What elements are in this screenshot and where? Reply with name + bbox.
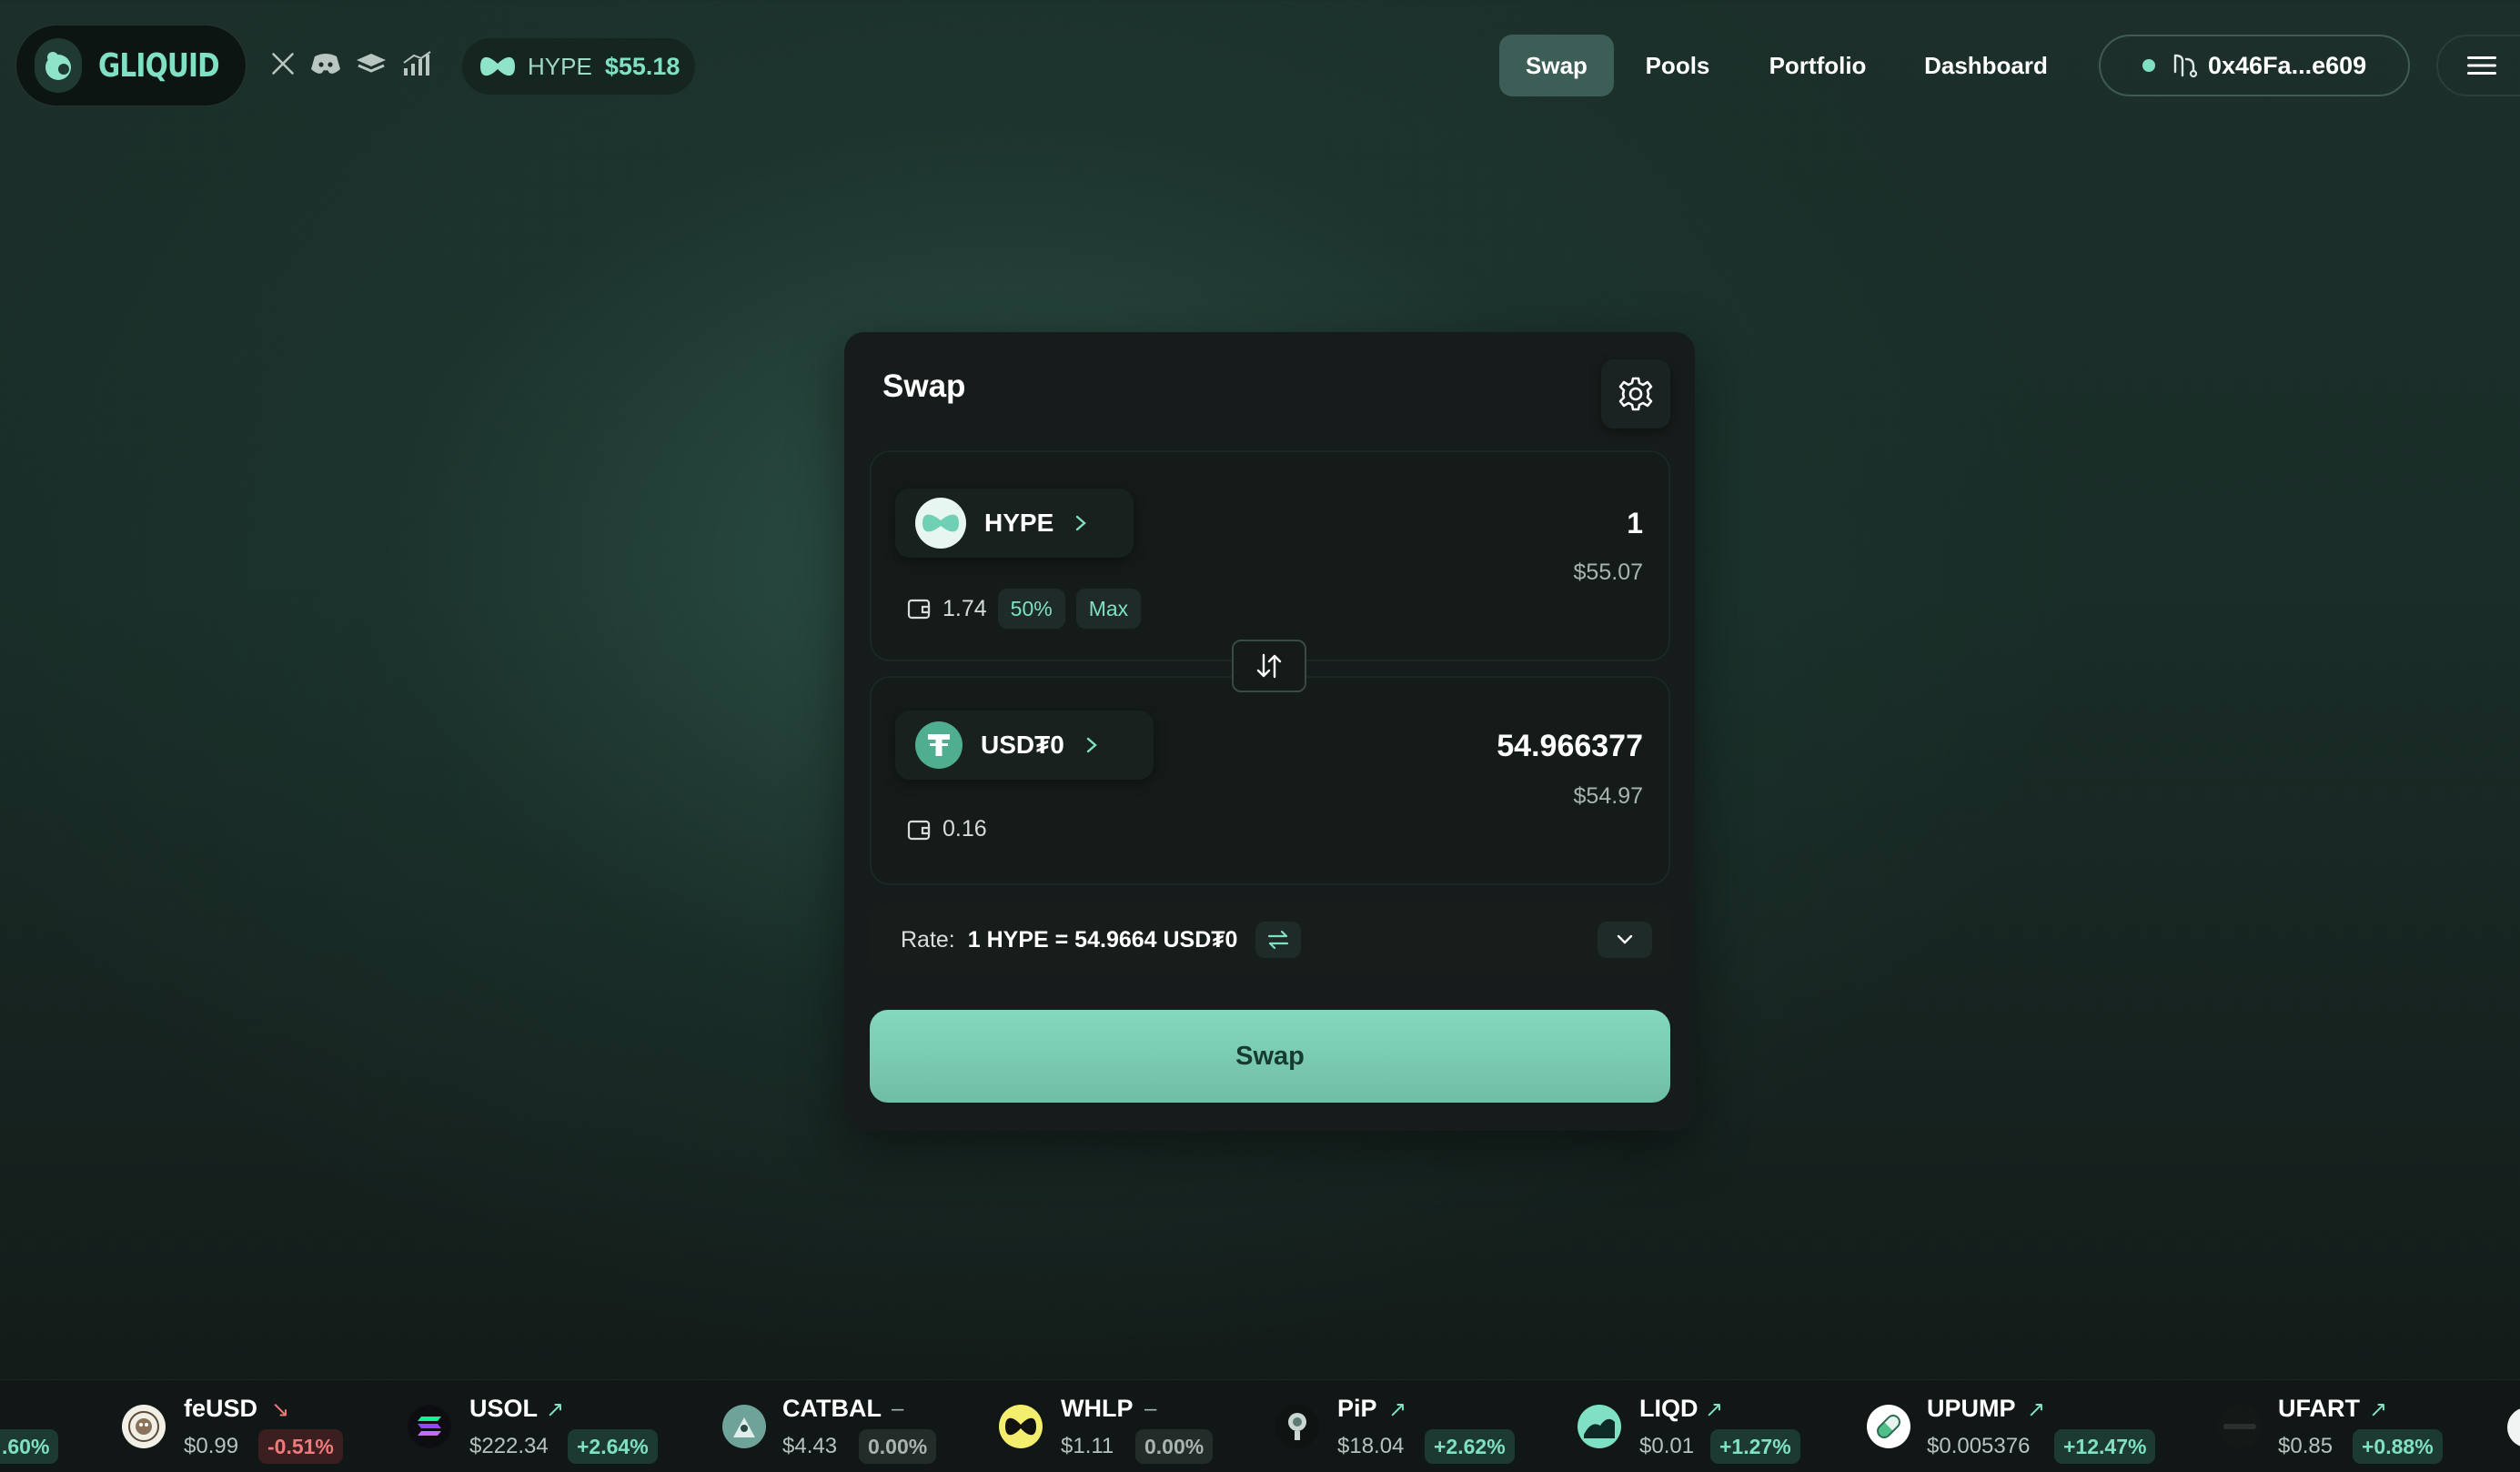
swap-submit-button[interactable]: Swap <box>870 1010 1670 1103</box>
ticker-change: +2.64% <box>568 1429 658 1464</box>
discord-icon[interactable] <box>307 45 344 82</box>
to-token-panel: USD₮0 54.966377 $54.97 0.16 <box>870 676 1670 885</box>
hype-ticker-price: $55.18 <box>604 52 680 80</box>
wallet-icon <box>906 817 932 842</box>
ticker-symbol: UPUMP <box>1927 1395 2016 1422</box>
logo-link[interactable]: GLIQUID <box>16 25 246 106</box>
pip-token-icon <box>1275 1405 1319 1448</box>
next-token-icon <box>2507 1407 2520 1447</box>
x-icon[interactable] <box>265 45 301 82</box>
ticker-symbol: feUSD <box>184 1395 258 1422</box>
ticker-change: +12.47% <box>2054 1429 2156 1464</box>
ticker-symbol: LIQD <box>1639 1395 1698 1422</box>
ticker-fragment-change: .60% <box>0 1429 59 1464</box>
nav-swap[interactable]: Swap <box>1499 35 1614 96</box>
trend-flat-icon: – <box>1144 1396 1157 1421</box>
from-token-selector[interactable]: HYPE <box>895 489 1134 558</box>
to-balance: 0.16 <box>942 816 987 842</box>
wallet-icon <box>2172 52 2197 79</box>
ticker-price: $0.005376 <box>1927 1434 2031 1458</box>
ticker-symbol: WHLP <box>1061 1395 1134 1422</box>
chevron-down-icon <box>1617 934 1633 944</box>
docs-icon[interactable] <box>353 45 389 82</box>
ticker-price: $0.85 <box>2278 1434 2334 1458</box>
logo-text: GLIQUID <box>98 46 220 85</box>
analytics-icon[interactable] <box>398 45 435 82</box>
ticker-price: $0.99 <box>184 1434 239 1458</box>
nav-pools[interactable]: Pools <box>1628 35 1727 96</box>
ticker-change: +2.62% <box>1425 1429 1515 1464</box>
usdt0-token-icon <box>915 721 963 769</box>
to-amount: 54.966377 <box>1497 729 1643 763</box>
hype-price-ticker[interactable]: HYPE $55.18 <box>462 38 695 95</box>
swap-card: Swap HYPE 1 $55.07 1.74 50% Max USD₮0 54… <box>844 332 1695 1131</box>
from-amount-input[interactable]: 1 <box>1627 507 1643 540</box>
ticker-symbol: USOL <box>469 1395 539 1422</box>
ticker-symbol: CATBAL <box>782 1395 882 1422</box>
ticker-symbol: PiP <box>1337 1395 1377 1422</box>
trend-up-icon: ↗ <box>546 1397 565 1422</box>
wallet-button[interactable]: 0x46Fa...e609 <box>2099 35 2410 96</box>
token-ticker-bar: .60% feUSD ↘ $0.99 -0.51% USOL ↗ $222.34… <box>0 1379 2520 1472</box>
chevron-right-icon <box>1072 513 1090 533</box>
trend-flat-icon: – <box>892 1396 904 1421</box>
logo-icon <box>35 38 82 93</box>
to-token-selector[interactable]: USD₮0 <box>895 711 1154 780</box>
gear-icon <box>1618 376 1654 412</box>
from-token-panel: HYPE 1 $55.07 1.74 50% Max <box>870 450 1670 661</box>
ticker-price: $222.34 <box>469 1434 549 1458</box>
hype-ticker-symbol: HYPE <box>528 52 592 80</box>
trend-up-icon: ↗ <box>1705 1397 1724 1422</box>
trend-down-icon: ↘ <box>271 1397 290 1422</box>
from-balance-row: 1.74 50% Max <box>906 589 1142 629</box>
trend-up-icon: ↗ <box>2027 1397 2046 1422</box>
half-button[interactable]: 50% <box>997 589 1065 629</box>
to-balance-row: 0.16 <box>906 816 987 842</box>
trend-up-icon: ↗ <box>2369 1397 2388 1422</box>
rate-label: Rate: <box>901 926 955 953</box>
hype-token-icon <box>480 55 515 78</box>
ticker-change: +0.88% <box>2353 1429 2443 1464</box>
from-token-symbol: HYPE <box>984 509 1054 537</box>
usol-token-icon <box>408 1405 451 1448</box>
settings-button[interactable] <box>1601 359 1670 428</box>
chevron-right-icon <box>1083 735 1101 755</box>
flip-tokens-button[interactable] <box>1232 640 1306 692</box>
swap-card-title: Swap <box>882 368 966 404</box>
liqd-token-icon <box>1578 1405 1621 1448</box>
rate-row: Rate: 1 HYPE = 54.9664 USD₮0 <box>870 905 1670 974</box>
hype-token-icon <box>915 498 966 549</box>
rate-details-toggle[interactable] <box>1598 922 1652 958</box>
ticker-price: $4.43 <box>782 1434 838 1458</box>
ticker-price: $0.01 <box>1639 1434 1695 1458</box>
upump-token-icon <box>1867 1405 1910 1448</box>
from-usd-value: $55.07 <box>1573 560 1643 585</box>
ticker-symbol: UFART <box>2278 1395 2360 1422</box>
connected-status-dot <box>2142 59 2155 72</box>
catbal-token-icon <box>722 1405 766 1448</box>
invert-rate-button[interactable] <box>1255 922 1302 958</box>
from-balance: 1.74 <box>942 595 987 621</box>
hamburger-menu-icon <box>2467 55 2496 76</box>
swap-direction-icon <box>1255 651 1284 681</box>
wallet-address: 0x46Fa...e609 <box>2208 51 2367 79</box>
nav-portfolio[interactable]: Portfolio <box>1752 35 1883 96</box>
ticker-change: +1.27% <box>1710 1429 1800 1464</box>
rate-value: 1 HYPE = 54.9664 USD₮0 <box>967 926 1238 953</box>
ticker-change: 0.00% <box>1135 1429 1214 1464</box>
ufart-token-icon <box>2218 1405 2262 1448</box>
nav-dashboard[interactable]: Dashboard <box>1909 35 2063 96</box>
ticker-price: $1.11 <box>1061 1434 1114 1458</box>
ticker-change: 0.00% <box>859 1429 937 1464</box>
whlp-token-icon <box>999 1405 1043 1448</box>
trend-up-icon: ↗ <box>1388 1397 1407 1422</box>
wallet-icon <box>906 596 932 621</box>
ticker-change: -0.51% <box>258 1429 343 1464</box>
menu-button[interactable] <box>2436 35 2520 96</box>
ticker-price: $18.04 <box>1337 1434 1405 1458</box>
max-button[interactable]: Max <box>1075 589 1142 629</box>
to-usd-value: $54.97 <box>1573 783 1643 809</box>
feusd-token-icon <box>122 1405 166 1448</box>
to-token-symbol: USD₮0 <box>981 731 1064 759</box>
